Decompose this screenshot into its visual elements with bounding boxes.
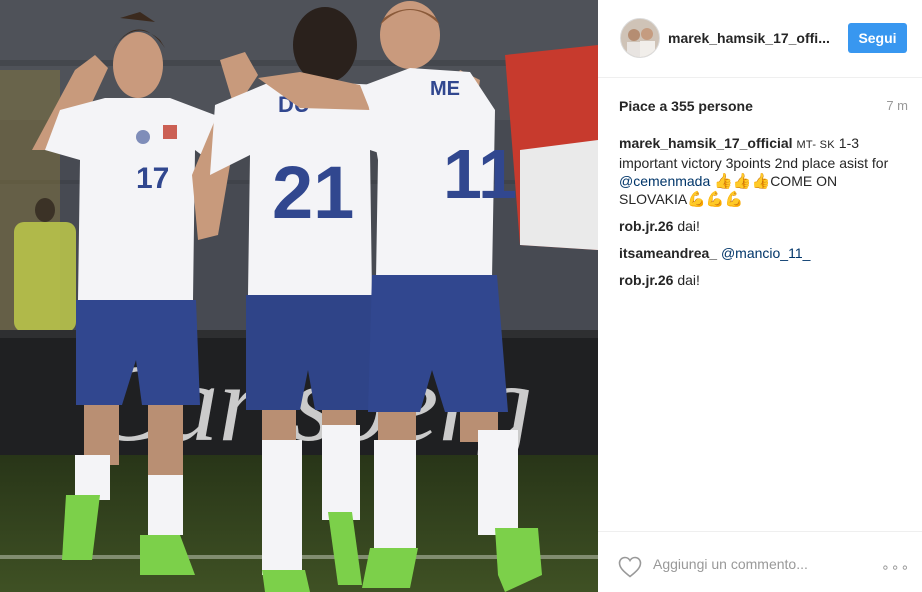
comment-author-link[interactable]: rob.jr.26 bbox=[619, 218, 673, 234]
post-side-panel: marek_hamsik_17_offi... Segui Piace a 35… bbox=[598, 0, 922, 592]
more-options-button[interactable]: ∘∘∘ bbox=[881, 559, 910, 576]
caption-score-prefix: MT- SK bbox=[796, 139, 835, 151]
comment-item: rob.jr.26 dai! bbox=[619, 271, 909, 289]
comments-list: marek_hamsik_17_official MT- SK 1-3 impo… bbox=[619, 134, 909, 298]
svg-text:17: 17 bbox=[136, 162, 169, 195]
post-footer: Aggiungi un commento... ∘∘∘ bbox=[598, 531, 922, 592]
comment-author-link[interactable]: itsameandrea_ bbox=[619, 245, 717, 261]
svg-text:11: 11 bbox=[443, 135, 517, 213]
avatar[interactable] bbox=[620, 18, 660, 58]
comment-item: rob.jr.26 dai! bbox=[619, 217, 909, 235]
caption-author-link[interactable]: marek_hamsik_17_official bbox=[619, 135, 793, 151]
comment-text: dai! bbox=[677, 272, 700, 288]
avatar-image bbox=[621, 19, 659, 57]
comment-item: itsameandrea_ @mancio_11_ bbox=[619, 244, 909, 262]
svg-text:ME: ME bbox=[430, 78, 460, 100]
username-link[interactable]: marek_hamsik_17_offi... bbox=[668, 30, 830, 46]
follow-button[interactable]: Segui bbox=[848, 23, 907, 53]
post-timestamp[interactable]: 7 m bbox=[886, 98, 908, 113]
thumbs-up-emoji: 👍👍👍 bbox=[714, 173, 771, 190]
flexed-biceps-emoji: 💪💪💪 bbox=[687, 191, 744, 208]
comment-text: dai! bbox=[677, 218, 700, 234]
svg-text:21: 21 bbox=[272, 151, 354, 234]
comment-author-link[interactable]: rob.jr.26 bbox=[619, 272, 673, 288]
caption-mention-link[interactable]: @cemenmada bbox=[619, 173, 710, 189]
post-header: marek_hamsik_17_offi... Segui bbox=[598, 0, 922, 78]
heart-icon[interactable] bbox=[618, 556, 642, 578]
post-photo[interactable]: Carlsberg 17 21 DU 11 ME bbox=[0, 0, 598, 592]
football-players-photo: Carlsberg 17 21 DU 11 ME bbox=[0, 0, 598, 592]
likes-count[interactable]: Piace a 355 persone bbox=[619, 98, 753, 114]
caption: marek_hamsik_17_official MT- SK 1-3 impo… bbox=[619, 134, 909, 208]
add-comment-input[interactable]: Aggiungi un commento... bbox=[653, 556, 853, 572]
comment-mention-link[interactable]: @mancio_11_ bbox=[721, 245, 810, 261]
